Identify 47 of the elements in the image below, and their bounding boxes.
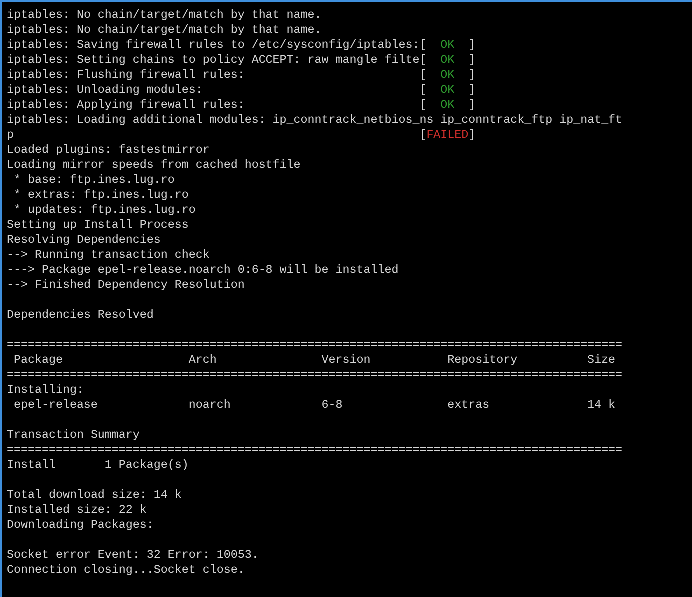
terminal-line: Loaded plugins: fastestmirror — [7, 143, 210, 158]
terminal-line: ======================================================================================== — [7, 368, 623, 383]
terminal-line: Installed size: 22 k — [7, 503, 147, 518]
terminal-line: Dependencies Resolved — [7, 308, 154, 323]
table-cell-text: noarch — [188, 398, 232, 413]
table-cell-text: 6-8 — [322, 398, 344, 413]
terminal-line: Install 1 Package(s) — [7, 458, 189, 473]
terminal-line: --> Finished Dependency Resolution — [7, 278, 245, 293]
terminal-line: --> Running transaction check — [7, 248, 210, 263]
terminal-line: Loading mirror speeds from cached hostfile — [7, 158, 301, 173]
status-indicator: [FAILED] — [420, 128, 476, 143]
terminal-line: iptables: No chain/target/match by that name. — [7, 23, 322, 38]
terminal-line: Transaction Summary — [7, 428, 140, 443]
terminal-line: iptables: Flushing firewall rules: — [7, 68, 246, 83]
table-cell-text: Version — [322, 353, 372, 368]
terminal-line: * base: ftp.ines.lug.ro — [12, 173, 175, 188]
status-indicator: [ OK ] — [420, 53, 476, 68]
table-cell-text: epel-release — [14, 398, 99, 413]
table-cell-text: Repository — [448, 353, 519, 368]
status-indicator: [ OK ] — [420, 83, 476, 98]
terminal-line: p — [7, 128, 15, 143]
status-indicator: [ OK ] — [420, 38, 476, 53]
table-cell-text: Package — [14, 353, 64, 368]
terminal-line: Downloading Packages: — [7, 518, 154, 533]
terminal-line: * updates: ftp.ines.lug.ro — [12, 203, 196, 218]
terminal-line: iptables: Applying firewall rules: — [7, 98, 246, 113]
terminal-line: iptables: Setting chains to policy ACCEPT: raw mangle filte — [7, 53, 420, 68]
table-cell: Size — [588, 353, 616, 368]
table-cell: 14 k — [588, 398, 616, 413]
terminal-line: ---> Package epel-release.noarch 0:6-8 will be installed — [7, 263, 399, 278]
terminal-line: Total download size: 14 k — [7, 488, 182, 503]
table-cell-text: Arch — [188, 353, 218, 368]
status-indicator: [ OK ] — [420, 98, 476, 113]
terminal-line: Setting up Install Process — [7, 218, 189, 233]
terminal-line: iptables: Saving firewall rules to /etc/sysconfig/iptables: — [7, 38, 420, 53]
terminal-line: Connection closing...Socket close. — [7, 563, 245, 578]
status-indicator: [ OK ] — [420, 68, 476, 83]
terminal-line: Installing: — [7, 383, 84, 398]
terminal-line: iptables: Loading additional modules: ip_conntrack_netbios_ns ip_conntrack_ftp ip_nat_ft — [7, 113, 623, 128]
terminal-line: iptables: No chain/target/match by that name. — [7, 8, 322, 23]
terminal-line: ======================================================================================== — [7, 338, 623, 353]
terminal-line: ======================================================================================== — [7, 443, 623, 458]
terminal-line: iptables: Unloading modules: — [7, 83, 204, 98]
table-cell-text: extras — [448, 398, 491, 413]
terminal-line: * extras: ftp.ines.lug.ro — [12, 188, 189, 203]
terminal-line: Resolving Dependencies — [7, 233, 161, 248]
terminal-line: Socket error Event: 32 Error: 10053. — [7, 548, 259, 563]
